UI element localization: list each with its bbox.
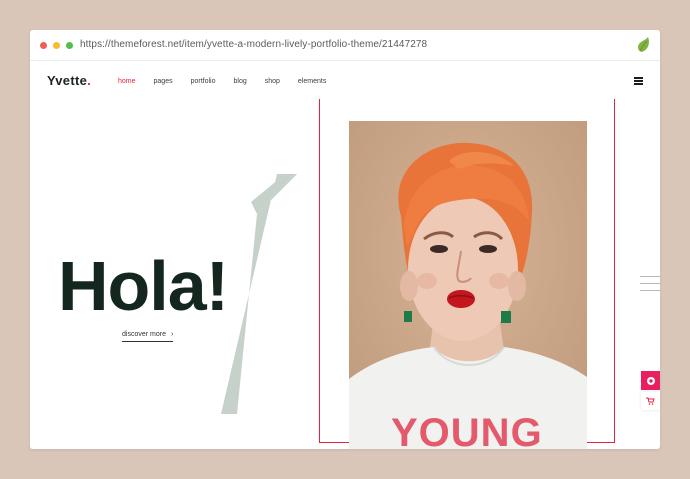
logo-text: Yvette [47, 73, 88, 88]
browser-window: https://themeforest.net/item/yvette-a-mo… [30, 30, 660, 449]
logo-dot: . [87, 73, 92, 88]
discover-more-label: discover more [122, 331, 166, 338]
browser-address-bar: https://themeforest.net/item/yvette-a-mo… [30, 30, 660, 61]
main-nav: home pages portfolio blog shop elements [118, 78, 344, 85]
side-menu-lines-icon[interactable] [640, 276, 660, 294]
nav-item-shop[interactable]: shop [265, 78, 280, 85]
url-text[interactable]: https://themeforest.net/item/yvette-a-mo… [80, 39, 427, 50]
envato-leaf-icon [638, 37, 649, 52]
nav-item-blog[interactable]: blog [234, 78, 247, 85]
woman-portrait-illustration: YOUNG [349, 121, 587, 449]
badge-icon [646, 376, 655, 385]
site-logo[interactable]: Yvette. [47, 73, 91, 88]
hamburger-menu-icon[interactable] [634, 77, 643, 85]
maximize-window-dot[interactable] [66, 42, 73, 49]
hero-photo: YOUNG [349, 121, 587, 449]
side-cart-button[interactable] [641, 392, 660, 410]
website-viewport: Yvette. home pages portfolio blog shop e… [30, 61, 660, 449]
hero-heading: Hola! [58, 247, 229, 325]
minimize-window-dot[interactable] [53, 42, 60, 49]
nav-item-elements[interactable]: elements [298, 78, 326, 85]
nav-item-home[interactable]: home [118, 78, 136, 85]
nav-item-pages[interactable]: pages [154, 78, 173, 85]
shirt-print-text: YOUNG [391, 411, 543, 449]
cart-icon [646, 397, 655, 405]
discover-more-link[interactable]: discover more › [122, 331, 174, 342]
chevron-right-icon: › [170, 331, 174, 338]
side-purchase-button[interactable] [641, 371, 660, 390]
nav-item-portfolio[interactable]: portfolio [191, 78, 216, 85]
close-window-dot[interactable] [40, 42, 47, 49]
